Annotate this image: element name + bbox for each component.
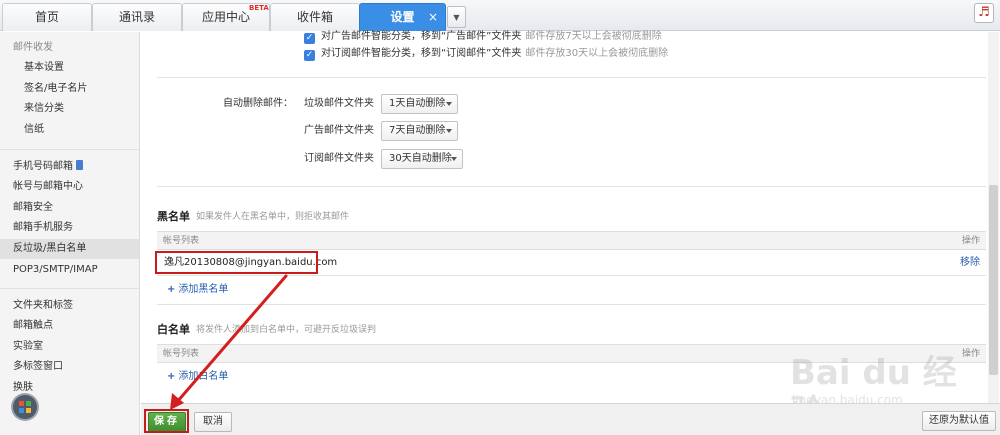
music-icon[interactable]: ♬ [974,3,994,23]
caret-down-icon [446,129,452,133]
folder-label-spam: 垃圾邮件文件夹 [304,98,374,109]
sidebar-item-signature[interactable]: 签名/电子名片 [0,79,139,99]
smart-sort-ads-option[interactable]: ✓ 对广告邮件智能分类，移到“广告邮件”文件夹 邮件存放7天以上会被彻底删除 [304,29,662,45]
sidebar-item-folders[interactable]: 文件夹和标签 [0,296,139,316]
tab-home[interactable]: 首页 [2,3,92,31]
phone-icon [76,160,83,170]
column-account: 帐号列表 [163,236,200,246]
apps-grid-icon[interactable] [13,395,37,419]
section-divider [157,77,986,78]
sidebar-item-mobile-service[interactable]: 邮箱手机服务 [0,218,139,238]
tab-inbox[interactable]: 收件箱 [270,3,360,31]
checkbox-checked-icon[interactable]: ✓ [304,33,315,44]
sidebar-item-security[interactable]: 邮箱安全 [0,198,139,218]
subscription-auto-delete-select[interactable]: 30天自动删除 [381,149,463,169]
annotation-highlight-box [144,409,189,433]
cancel-button[interactable]: 取消 [194,412,232,432]
ads-auto-delete-select[interactable]: 7天自动删除 [381,121,458,141]
sidebar-item-antispam[interactable]: 反垃圾/黑白名单 [0,239,139,259]
tab-more-dropdown[interactable]: ▼ [447,6,466,28]
sidebar-item-touch[interactable]: 邮箱触点 [0,316,139,336]
caret-down-icon [451,157,457,161]
settings-footer [141,403,1000,435]
sidebar-item-account-center[interactable]: 帐号与邮箱中心 [0,177,139,197]
remove-link[interactable]: 移除 [960,256,980,270]
option-hint: 邮件存放7天以上会被彻底删除 [525,31,662,42]
option-text: 对广告邮件智能分类，移到“广告邮件”文件夹 [321,31,522,42]
sidebar-item-pop3[interactable]: POP3/SMTP/IMAP [0,260,139,280]
add-whitelist-link[interactable]: + 添加白名单 [167,370,228,384]
select-value: 30天自动删除 [389,153,452,164]
tab-label: 首页 [34,10,59,24]
top-tab-bar: 首页 通讯录 应用中心 BETA 收件箱 设置 × ▼ ♬ [0,0,1000,31]
section-divider [157,186,986,187]
content-scrollbar[interactable] [988,32,999,403]
sidebar-item-lab[interactable]: 实验室 [0,337,139,357]
settings-sidebar: 邮件收发 基本设置 签名/电子名片 来信分类 信纸 手机号码邮箱 帐号与邮箱中心… [0,32,140,435]
sidebar-divider [0,149,139,150]
plus-icon: + [167,371,176,382]
tab-app-center[interactable]: 应用中心 BETA [182,3,270,31]
beta-badge: BETA [249,4,269,12]
select-value: 1天自动删除 [389,98,446,109]
select-value: 7天自动删除 [389,125,446,136]
tab-label: 应用中心 [201,10,250,24]
restore-defaults-button[interactable]: 还原为默认值 [922,411,996,431]
folder-label-subscription: 订阅邮件文件夹 [304,153,374,164]
sidebar-item-phone-mailbox[interactable]: 手机号码邮箱 [0,157,139,177]
add-blacklist-link[interactable]: + 添加黑名单 [167,283,228,297]
tab-label: 设置 [390,10,415,24]
whitelist-hint: 将发件人添加到白名单中，可避开反垃圾误判 [196,325,377,335]
checkbox-checked-icon[interactable]: ✓ [304,50,315,61]
scroll-thumb[interactable] [989,185,998,375]
whitelist-title: 白名单 [157,323,190,336]
sidebar-item-multi-tab[interactable]: 多标签窗口 [0,357,139,377]
link-label: 添加白名单 [178,371,229,382]
blacklist-header: 帐号列表 操作 [157,231,986,250]
column-account: 帐号列表 [163,349,200,359]
tab-label: 收件箱 [296,10,333,24]
sidebar-group-mail: 邮件收发 [13,42,53,53]
smart-sort-subscription-option[interactable]: ✓ 对订阅邮件智能分类，移到“订阅邮件”文件夹 邮件存放30天以上会被彻底删除 [304,46,668,62]
annotation-highlight-box [155,251,318,274]
link-label: 添加黑名单 [178,284,229,295]
chevron-down-icon: ▼ [453,13,460,22]
sidebar-item-stationery[interactable]: 信纸 [0,120,139,140]
tab-label: 通讯录 [118,10,155,24]
column-action: 操作 [961,236,980,246]
spam-auto-delete-select[interactable]: 1天自动删除 [381,94,458,114]
sidebar-item-label: 手机号码邮箱 [13,161,73,172]
row-divider [157,275,986,276]
caret-down-icon [446,102,452,106]
blacklist-hint: 如果发件人在黑名单中，则拒收其邮件 [196,212,350,222]
auto-delete-label: 自动删除邮件： [223,98,293,109]
tab-contacts[interactable]: 通讯录 [92,3,182,31]
tab-settings[interactable]: 设置 × [359,3,446,31]
sidebar-item-basic[interactable]: 基本设置 [0,58,139,78]
sidebar-divider [0,288,139,289]
plus-icon: + [167,284,176,295]
section-divider [157,304,986,305]
option-text: 对订阅邮件智能分类，移到“订阅邮件”文件夹 [321,48,522,59]
close-icon[interactable]: × [428,4,438,31]
blacklist-title: 黑名单 [157,210,190,223]
folder-label-ads: 广告邮件文件夹 [304,125,374,136]
sidebar-item-mail-sort[interactable]: 来信分类 [0,99,139,119]
option-hint: 邮件存放30天以上会被彻底删除 [525,48,669,59]
